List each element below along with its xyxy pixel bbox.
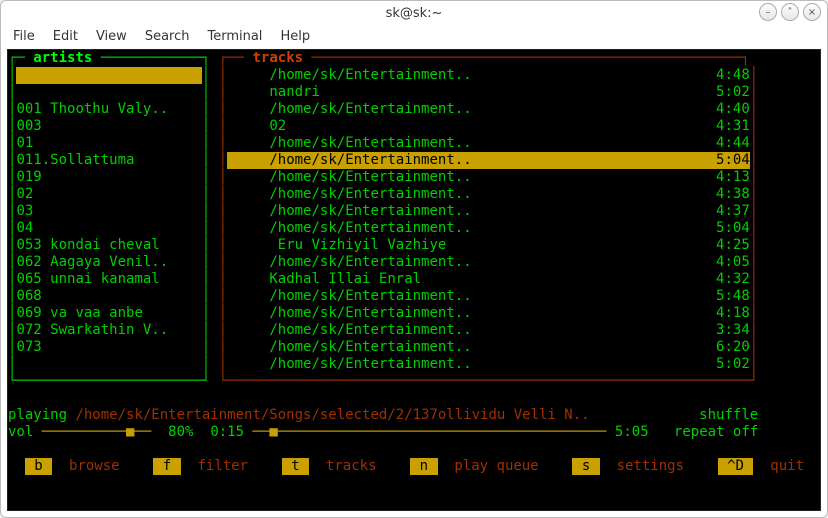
track-row[interactable]: /home/sk/Entertainment.. 5:02	[227, 356, 750, 373]
total-time: 5:05	[606, 424, 648, 441]
menu-view[interactable]: View	[96, 29, 127, 44]
hotkey-browse[interactable]: b	[25, 458, 52, 475]
hotkey-label-filter: filter	[181, 458, 248, 475]
minimize-button[interactable]: –	[759, 3, 777, 21]
hotkey-tracks[interactable]: t	[282, 458, 309, 475]
track-row[interactable]: /home/sk/Entertainment.. 6:20	[227, 339, 750, 356]
track-row[interactable]: /home/sk/Entertainment.. 4:18	[227, 305, 750, 322]
artist-row[interactable]	[16, 84, 201, 101]
artist-row[interactable]: 053 kondai cheval	[16, 237, 201, 254]
app-window: sk@sk:~ – ˄ × File Edit View Search Term…	[0, 0, 828, 518]
artist-row[interactable]: 04	[16, 220, 201, 237]
artist-row[interactable]: 062 Aagaya Venil..	[16, 254, 201, 271]
menubar: File Edit View Search Terminal Help	[1, 25, 827, 47]
track-row[interactable]: /home/sk/Entertainment.. 4:13	[227, 169, 750, 186]
artist-row[interactable]: 072 Swarkathin V..	[16, 322, 201, 339]
maximize-button[interactable]: ˄	[781, 3, 799, 21]
track-row[interactable]: /home/sk/Entertainment.. 4:05	[227, 254, 750, 271]
terminal[interactable]: ┌─ artists ────────────┐ ┌── tracks ────…	[7, 49, 821, 511]
volume-slider[interactable]: ──────────■──	[42, 424, 152, 441]
repeat-label: repeat off	[649, 424, 759, 441]
artist-row[interactable]: 03	[16, 203, 201, 220]
track-row[interactable]: /home/sk/Entertainment.. 4:38	[227, 186, 750, 203]
artists-panel-title: artists	[33, 50, 92, 67]
hotkey-quit[interactable]: ^D	[718, 458, 754, 475]
track-row[interactable]: /home/sk/Entertainment.. 4:44	[227, 135, 750, 152]
menu-search[interactable]: Search	[145, 29, 190, 44]
hotkey-label-browse: browse	[52, 458, 119, 475]
artist-row[interactable]: 069 va vaa anbe	[16, 305, 201, 322]
artist-row[interactable]: 02	[16, 186, 201, 203]
track-row[interactable]: Kadhal Illai Enral 4:32	[227, 271, 750, 288]
artist-row[interactable]: 003	[16, 118, 201, 135]
artist-row[interactable]: 011.Sollattuma	[16, 152, 201, 169]
progress-slider[interactable]: ──■─────────────────────────────────────…	[252, 424, 606, 441]
artist-row[interactable]: 019	[16, 169, 201, 186]
shuffle-label: shuffle	[699, 407, 758, 424]
titlebar: sk@sk:~ – ˄ ×	[1, 1, 827, 25]
track-row[interactable]: 02 4:31	[227, 118, 750, 135]
artist-row[interactable]: 073	[16, 339, 201, 356]
track-row[interactable]: Eru Vizhiyil Vazhiye 4:25	[227, 237, 750, 254]
artist-row[interactable]: 068	[16, 288, 201, 305]
status-state: playing	[8, 407, 75, 424]
elapsed-time: 0:15	[210, 424, 252, 441]
track-row[interactable]: /home/sk/Entertainment.. 3:34	[227, 322, 750, 339]
vol-label: vol	[8, 424, 42, 441]
hotkey-label-play-queue: play queue	[438, 458, 539, 475]
artist-row[interactable]: 01	[16, 135, 201, 152]
vol-pct: 80%	[151, 424, 210, 441]
artist-row[interactable]: 065 unnai kanamal	[16, 271, 201, 288]
track-row[interactable]: /home/sk/Entertainment.. 4:37	[227, 203, 750, 220]
track-row[interactable]: /home/sk/Entertainment.. 4:48	[227, 67, 750, 84]
track-row[interactable]: nandri 5:02	[227, 84, 750, 101]
window-title: sk@sk:~	[386, 6, 443, 21]
close-button[interactable]: ×	[803, 3, 821, 21]
now-playing-path: /home/sk/Entertainment/Songs/selected/2/…	[75, 407, 589, 424]
track-row[interactable]: /home/sk/Entertainment.. 5:48	[227, 288, 750, 305]
menu-edit[interactable]: Edit	[53, 29, 78, 44]
menu-terminal[interactable]: Terminal	[207, 29, 262, 44]
track-row[interactable]: /home/sk/Entertainment.. 4:40	[227, 101, 750, 118]
tracks-panel-title: tracks	[252, 50, 303, 67]
artist-row[interactable]: 001 Thoothu Valy..	[16, 101, 201, 118]
menu-file[interactable]: File	[13, 29, 35, 44]
hotkey-settings[interactable]: s	[572, 458, 599, 475]
menu-help[interactable]: Help	[280, 29, 310, 44]
artist-row-selected[interactable]	[16, 67, 201, 84]
hotkey-filter[interactable]: f	[153, 458, 180, 475]
hotkey-label-tracks: tracks	[309, 458, 376, 475]
hotkey-label-settings: settings	[600, 458, 684, 475]
hotkey-play-queue[interactable]: n	[410, 458, 437, 475]
track-row-selected[interactable]: /home/sk/Entertainment.. 5:04	[227, 152, 750, 169]
hotkey-label-quit: quit	[753, 458, 804, 475]
track-row[interactable]: /home/sk/Entertainment.. 5:04	[227, 220, 750, 237]
